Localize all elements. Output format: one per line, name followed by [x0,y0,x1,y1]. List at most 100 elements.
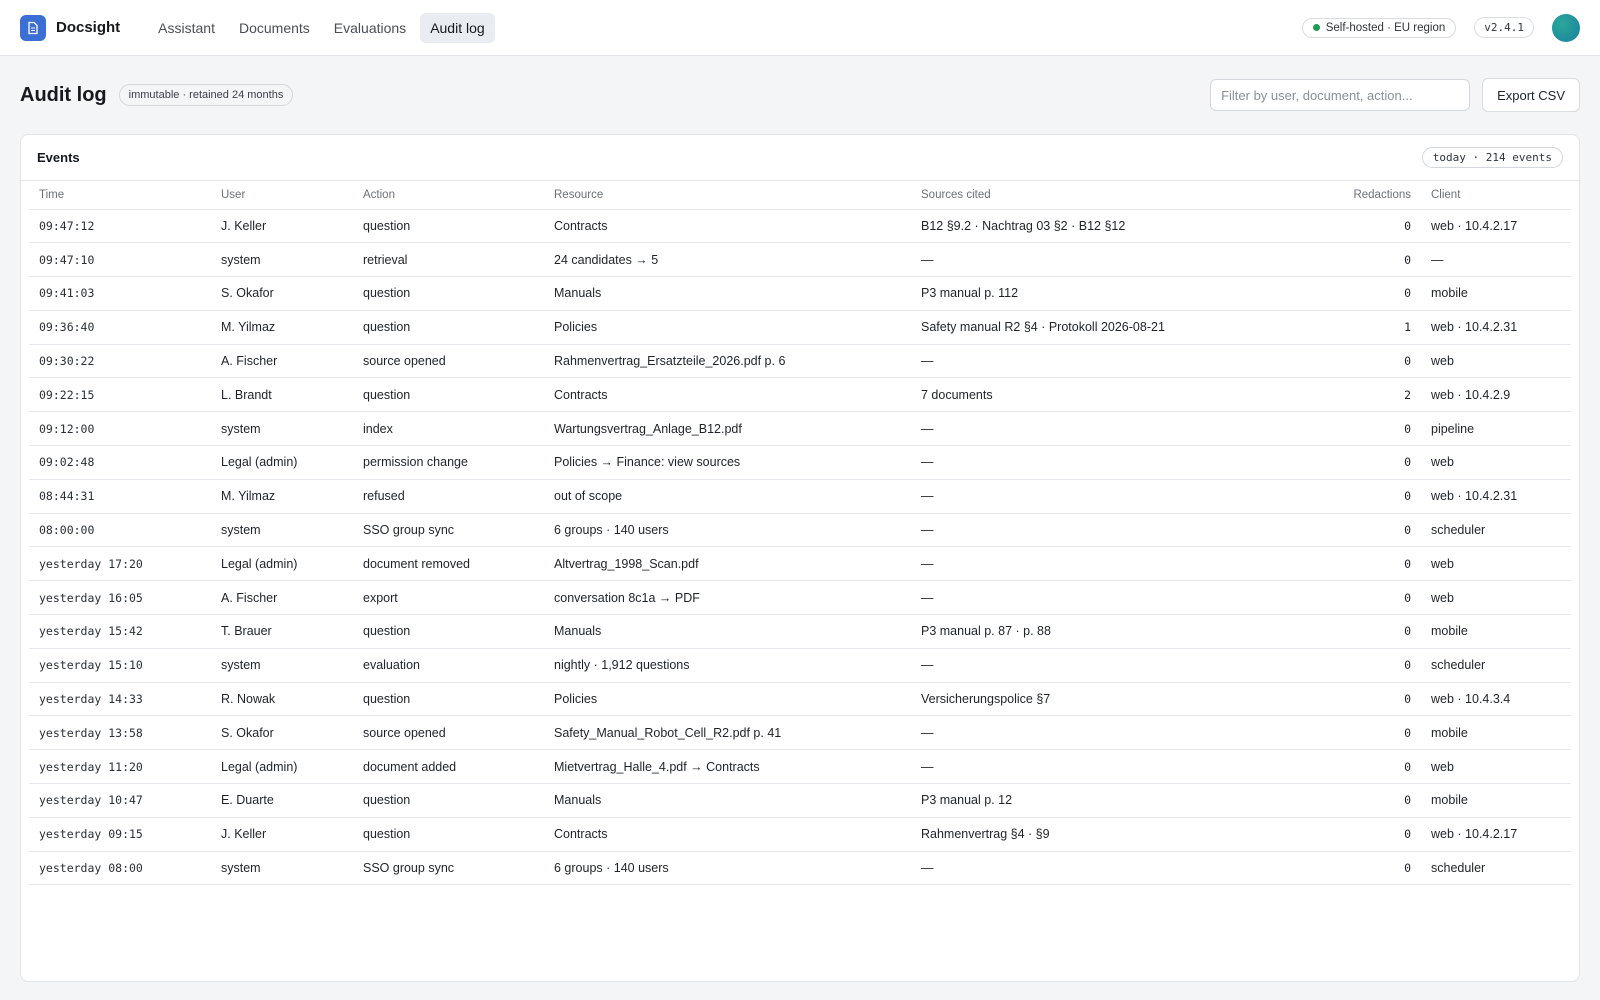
table-row[interactable]: yesterday 15:10 system evaluation nightly ·… [29,648,1571,683]
table-row[interactable]: 09:02:48 Legal (admin) permission change Po… [29,445,1571,480]
client-cell: web · 10.4.2.31 [1421,479,1571,514]
sources-cell: — [911,580,1341,616]
table-row[interactable]: yesterday 09:15 J. Keller question Contract… [29,817,1571,852]
column-header-client[interactable]: Client [1421,181,1571,210]
client-cell: pipeline [1421,411,1571,447]
table-row[interactable]: yesterday 14:33 R. Nowak question Policies V… [29,682,1571,717]
table-row[interactable]: 09:22:15 L. Brandt question Contracts 7 docu… [29,377,1571,413]
resource-cell: Manuals [544,614,911,649]
export-csv-button[interactable]: Export CSV [1482,78,1580,112]
action-cell: question [353,209,544,244]
column-header-sources-cited[interactable]: Sources cited [911,181,1341,210]
action-cell: evaluation [353,648,544,683]
retention-badge: immutable · retained 24 months [118,84,294,106]
user-cell: A. Fischer [211,580,353,616]
user-cell: system [211,513,353,548]
redactions-cell: 0 [1341,614,1421,649]
table-row[interactable]: 09:47:10 system retrieval 24 candidates → 5… [29,242,1571,278]
table-row[interactable]: yesterday 10:47 E. Duarte question Manuals P… [29,783,1571,818]
client-cell: mobile [1421,614,1571,649]
user-cell: J. Keller [211,817,353,852]
client-cell: web · 10.4.3.4 [1421,682,1571,717]
filter-input[interactable] [1210,79,1471,111]
column-header-user[interactable]: User [211,181,353,210]
table-row[interactable]: 09:47:12 J. Keller question Contracts B12 §9… [29,209,1571,244]
table-row[interactable]: yesterday 08:00 system SSO group sync 6 gro… [29,851,1571,886]
sources-cell: Versicherungspolice §7 [911,682,1341,717]
events-table: Time User Action Resource Sources cited … [29,181,1571,886]
table-row[interactable]: yesterday 17:20 Legal (admin) document rem… [29,546,1571,582]
resource-cell: Safety_Manual_Robot_Cell_R2.pdf p. 41 [544,715,911,751]
time-cell: yesterday 09:15 [29,817,211,852]
docsight-logo-icon[interactable] [20,14,46,41]
main-nav: Assistant Documents Evaluations Audit lo… [148,12,495,43]
resource-cell: 6 groups · 140 users [544,513,911,548]
client-cell: web · 10.4.2.9 [1421,377,1571,413]
redactions-cell: 0 [1341,209,1421,244]
nav-evaluations[interactable]: Evaluations [324,13,416,43]
redactions-cell: 0 [1341,242,1421,278]
time-cell: 08:00:00 [29,513,211,548]
events-count-badge: today · 214 events [1421,147,1563,168]
resource-cell: nightly · 1,912 questions [544,648,911,683]
user-cell: S. Okafor [211,276,353,311]
resource-cell: Altvertrag_1998_Scan.pdf [544,546,911,582]
table-row[interactable]: 09:30:22 A. Fischer source opened Rahmenver… [29,344,1571,379]
table-row[interactable]: yesterday 11:20 Legal (admin) document add… [29,749,1571,785]
document-icon [28,21,38,34]
time-cell: 09:12:00 [29,411,211,447]
table-row[interactable]: yesterday 16:05 A. Fischer export conversat… [29,580,1571,616]
resource-cell: Contracts [544,817,911,852]
nav-documents[interactable]: Documents [229,13,320,43]
table-row[interactable]: 08:00:00 system SSO group sync 6 groups · 1… [29,513,1571,548]
table-row[interactable]: yesterday 15:42 T. Brauer question Manuals P… [29,614,1571,649]
user-avatar[interactable] [1552,13,1580,42]
hosting-status-badge: Self-hosted · EU region [1301,17,1457,38]
time-cell: 08:44:31 [29,479,211,514]
sources-cell: — [911,411,1341,447]
column-header-redactions[interactable]: Redactions [1341,181,1421,210]
resource-cell: Manuals [544,783,911,818]
table-row[interactable]: 09:36:40 M. Yilmaz question Policies Safety … [29,310,1571,345]
user-cell: Legal (admin) [211,749,353,785]
nav-assistant[interactable]: Assistant [148,13,225,43]
sources-cell: — [911,715,1341,751]
client-cell: scheduler [1421,648,1571,683]
events-panel-title: Events [37,150,80,165]
user-cell: system [211,242,353,278]
column-header-resource[interactable]: Resource [544,181,911,210]
sources-cell: — [911,513,1341,548]
redactions-cell: 0 [1341,580,1421,616]
nav-audit-log[interactable]: Audit log [420,12,495,43]
client-cell: mobile [1421,276,1571,311]
sources-cell: P3 manual p. 87 · p. 88 [911,614,1341,649]
redactions-cell: 0 [1341,546,1421,582]
resource-cell: conversation 8c1a → PDF [544,580,911,616]
user-cell: M. Yilmaz [211,310,353,345]
redactions-cell: 0 [1341,682,1421,717]
action-cell: export [353,580,544,616]
status-dot-icon [1312,24,1320,31]
column-header-action[interactable]: Action [353,181,544,210]
user-cell: system [211,851,353,886]
time-cell: yesterday 15:42 [29,614,211,649]
action-cell: document added [353,749,544,785]
client-cell: mobile [1421,715,1571,751]
user-cell: J. Keller [211,209,353,244]
column-header-time[interactable]: Time [29,181,211,210]
action-cell: SSO group sync [353,513,544,548]
user-cell: R. Nowak [211,682,353,717]
table-row[interactable]: 09:12:00 system index Wartungsvertrag_Anlag… [29,411,1571,447]
resource-cell: out of scope [544,479,911,514]
client-cell: scheduler [1421,851,1571,886]
table-row[interactable]: yesterday 13:58 S. Okafor source opened Saf… [29,715,1571,751]
table-row[interactable]: 08:44:31 M. Yilmaz refused out of scope —0 we… [29,479,1571,514]
client-cell: scheduler [1421,513,1571,548]
sources-cell: P3 manual p. 12 [911,783,1341,818]
table-row[interactable]: 09:41:03 S. Okafor question Manuals P3 manua… [29,276,1571,311]
client-cell: web [1421,546,1571,582]
resource-cell: Wartungsvertrag_Anlage_B12.pdf [544,411,911,447]
action-cell: document removed [353,546,544,582]
resource-cell: 6 groups · 140 users [544,851,911,886]
redactions-cell: 0 [1341,648,1421,683]
